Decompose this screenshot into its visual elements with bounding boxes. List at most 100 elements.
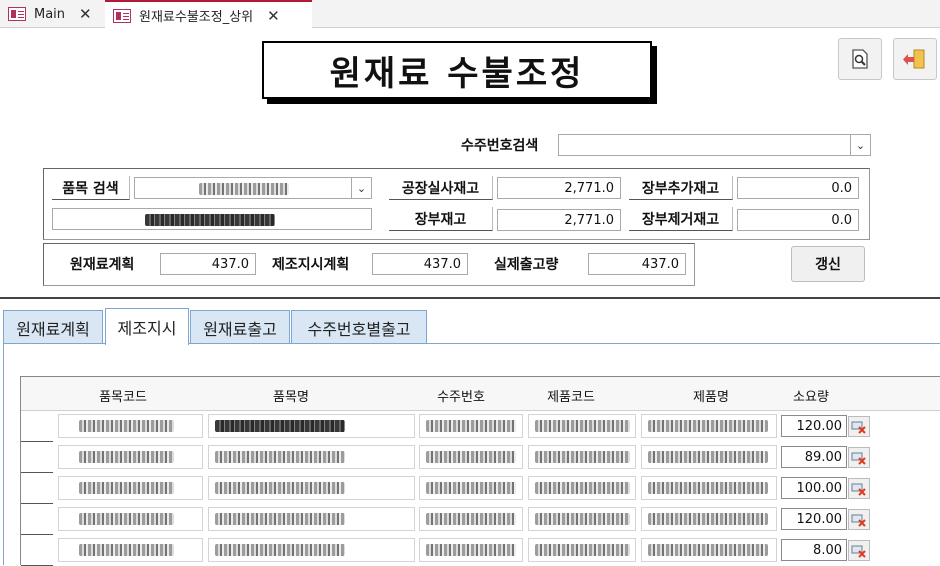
row-selector[interactable] [21,504,53,535]
delete-icon [851,483,866,496]
product-code-cell[interactable] [528,414,636,438]
table-row[interactable]: 89.00 [21,442,940,473]
redacted-text [535,513,630,525]
factory-actual-stock-value[interactable]: 2,771.0 [497,177,621,199]
redacted-text [79,451,174,463]
delete-row-button[interactable] [848,540,870,561]
redacted-text [79,513,174,525]
product-name-cell[interactable] [641,538,777,562]
grid-header: 품목코드 품목명 수주번호 제품코드 제품명 소요량 [21,377,940,411]
actual-out-label: 실제출고량 [494,257,559,273]
product-name-cell[interactable] [641,507,777,531]
row-selector[interactable] [21,411,53,442]
redacted-text [215,451,345,463]
quantity-field[interactable]: 120.00 [781,415,847,437]
chevron-down-icon[interactable]: ⌄ [850,135,870,155]
table-row[interactable]: 120.00 [21,504,940,535]
col-product-name: 제품명 [693,390,729,405]
item-name-cell[interactable] [208,414,415,438]
item-code-cell[interactable] [58,414,203,438]
table-row[interactable]: 120.00 [21,411,940,442]
item-name-cell[interactable] [208,445,415,469]
work-order-plan-value[interactable]: 437.0 [372,253,468,275]
product-name-cell[interactable] [641,414,777,438]
delete-icon [851,514,866,527]
delete-row-button[interactable] [848,447,870,468]
item-name-cell[interactable] [208,476,415,500]
tab-work-order[interactable]: 제조지시 [105,308,189,345]
row-selector[interactable] [21,442,53,473]
redacted-text [79,544,174,556]
book-stock-value[interactable]: 2,771.0 [497,209,621,231]
order-search-label: 수주번호검색 [461,138,539,154]
col-item-name: 품목명 [273,390,309,405]
order-search-combo[interactable]: ⌄ [558,134,871,156]
item-code-cell[interactable] [58,445,203,469]
product-code-cell[interactable] [528,476,636,500]
row-selector[interactable] [21,535,53,566]
order-no-cell[interactable] [419,445,523,469]
order-no-cell[interactable] [419,538,523,562]
quantity-field[interactable]: 100.00 [781,477,847,499]
book-add-stock-value[interactable]: 0.0 [737,177,859,199]
work-order-grid: 품목코드 품목명 수주번호 제품코드 제품명 소요량 120.00 89.00 10… [20,376,940,566]
row-selector[interactable] [21,473,53,504]
print-preview-button[interactable] [838,38,882,80]
redacted-text [79,482,174,494]
quantity-field[interactable]: 89.00 [781,446,847,468]
redacted-text [215,420,345,432]
item-code-cell[interactable] [58,538,203,562]
exit-button[interactable] [893,38,937,80]
redacted-text [426,482,516,494]
product-code-cell[interactable] [528,538,636,562]
redacted-text [79,420,174,432]
table-row[interactable]: 8.00 [21,535,940,566]
item-code-cell[interactable] [58,507,203,531]
redacted-text [215,482,345,494]
table-row[interactable]: 100.00 [21,473,940,504]
product-code-cell[interactable] [528,507,636,531]
document-tab-bar: Main ✕ 원재료수불조정_상위 ✕ [0,0,940,29]
order-no-cell[interactable] [419,507,523,531]
actual-out-value[interactable]: 437.0 [588,253,686,275]
product-code-cell[interactable] [528,445,636,469]
redacted-text [426,513,516,525]
quantity-field[interactable]: 8.00 [781,539,847,561]
delete-row-button[interactable] [848,478,870,499]
item-name-cell[interactable] [208,507,415,531]
tab-material-out[interactable]: 원재료출고 [190,310,290,344]
col-quantity: 소요량 [793,390,829,405]
book-remove-stock-value[interactable]: 0.0 [737,209,859,231]
tab-material-plan[interactable]: 원재료계획 [3,310,103,344]
redacted-item-code [199,183,289,195]
close-icon[interactable]: ✕ [79,5,92,23]
chevron-down-icon[interactable]: ⌄ [351,178,371,198]
refresh-button[interactable]: 갱신 [791,246,865,282]
product-name-cell[interactable] [641,445,777,469]
redacted-text [535,451,630,463]
book-stock-label: 장부재고 [389,207,493,231]
item-code-cell[interactable] [58,476,203,500]
redacted-text [535,420,630,432]
doc-tab-main[interactable]: Main ✕ [0,0,103,28]
delete-row-button[interactable] [848,509,870,530]
order-no-cell[interactable] [419,414,523,438]
close-icon[interactable]: ✕ [267,7,280,25]
book-add-stock-label: 장부추가재고 [629,176,733,200]
redacted-text [426,544,516,556]
tab-out-by-order[interactable]: 수주번호별출고 [291,310,427,344]
delete-icon [851,452,866,465]
form-icon [113,8,131,23]
product-name-cell[interactable] [641,476,777,500]
material-plan-value[interactable]: 437.0 [160,253,256,275]
order-no-cell[interactable] [419,476,523,500]
redacted-text [535,544,630,556]
item-name-cell[interactable] [208,538,415,562]
redacted-text [535,482,630,494]
delete-row-button[interactable] [848,416,870,437]
factory-actual-stock-label: 공장실사재고 [389,176,493,200]
item-search-combo[interactable]: ⌄ [134,177,372,199]
quantity-field[interactable]: 120.00 [781,508,847,530]
doc-tab-material-adjust[interactable]: 원재료수불조정_상위 ✕ [105,0,312,29]
redacted-text [648,451,768,463]
